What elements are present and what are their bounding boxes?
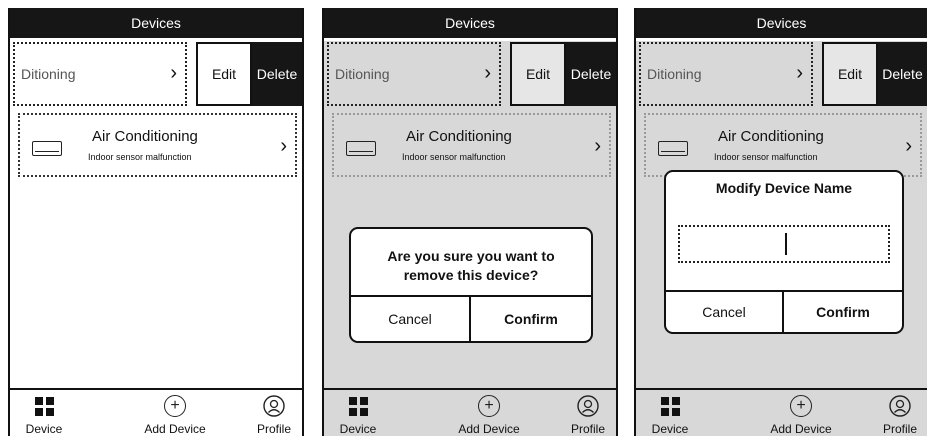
bottom-tab-bar: Device + Add Device Profile [636, 388, 927, 436]
tab-add-device-label: Add Device [458, 422, 520, 436]
device-card-air-conditioning[interactable]: Air Conditioning Indoor sensor malfuncti… [644, 113, 922, 177]
profile-icon [263, 395, 285, 417]
add-circle-icon: + [478, 395, 500, 417]
tab-device[interactable]: Device [328, 394, 388, 436]
confirm-button[interactable]: Confirm [471, 297, 591, 341]
profile-icon [889, 395, 911, 417]
text-cursor [785, 233, 787, 255]
rename-device-dialog: Modify Device Name Cancel Confirm [664, 170, 904, 334]
tab-profile-label: Profile [256, 422, 291, 436]
chevron-right-icon: › [905, 135, 912, 157]
edit-button[interactable]: Edit [822, 42, 878, 106]
device-status: Indoor sensor malfunction [402, 152, 506, 162]
delete-button[interactable]: Delete [252, 42, 302, 106]
device-name: Air Conditioning [92, 128, 198, 145]
add-circle-icon: + [164, 395, 186, 417]
chevron-right-icon: › [796, 62, 803, 84]
tab-profile[interactable]: Profile [246, 394, 302, 436]
device-name: Air Conditioning [718, 128, 824, 145]
tab-device-label: Device [651, 422, 689, 436]
device-name: Air Conditioning [406, 128, 512, 145]
dialog-title: Modify Device Name [715, 180, 853, 196]
page-title: Devices [445, 15, 495, 31]
page-title: Devices [131, 15, 181, 31]
title-bar: Devices [636, 8, 927, 38]
cancel-button[interactable]: Cancel [351, 297, 471, 341]
tab-profile[interactable]: Profile [560, 394, 616, 436]
tab-device[interactable]: Device [14, 394, 74, 436]
grid-icon [34, 396, 54, 416]
chevron-right-icon: › [594, 135, 601, 157]
tab-profile[interactable]: Profile [872, 394, 927, 436]
title-bar: Devices [324, 8, 616, 38]
air-conditioner-icon [658, 141, 688, 156]
chevron-right-icon: › [484, 62, 491, 84]
screen-swipe-actions: Devices Ditioning › Edit Delete Air Cond… [8, 8, 304, 436]
device-card-air-conditioning[interactable]: Air Conditioning Indoor sensor malfuncti… [332, 113, 611, 177]
edit-button[interactable]: Edit [196, 42, 252, 106]
tab-device[interactable]: Device [640, 394, 700, 436]
delete-button[interactable]: Delete [566, 42, 616, 106]
confirm-button[interactable]: Confirm [784, 292, 902, 332]
tab-add-device[interactable]: + Add Device [756, 394, 846, 436]
tab-profile-label: Profile [570, 422, 605, 436]
swiped-device-row: Ditioning › Edit Delete [10, 41, 302, 109]
device-card-air-conditioning[interactable]: Air Conditioning Indoor sensor malfuncti… [18, 113, 297, 177]
grid-icon [348, 396, 368, 416]
tab-add-device-label: Add Device [144, 422, 206, 436]
tab-device-label: Device [25, 422, 63, 436]
grid-icon [660, 396, 680, 416]
tab-add-device[interactable]: + Add Device [444, 394, 534, 436]
page-title: Devices [756, 15, 807, 31]
device-status: Indoor sensor malfunction [714, 152, 818, 162]
device-name-input[interactable] [678, 225, 890, 263]
tab-profile-label: Profile [882, 422, 917, 436]
bottom-tab-bar: Device + Add Device Profile [324, 388, 616, 436]
edit-button[interactable]: Edit [510, 42, 566, 106]
swiped-device-item[interactable]: Ditioning › [327, 42, 501, 106]
swiped-device-label: Ditioning [647, 66, 702, 82]
tab-device-label: Device [339, 422, 377, 436]
bottom-tab-bar: Device + Add Device Profile [10, 388, 302, 436]
title-bar: Devices [10, 8, 302, 38]
dialog-message: Are you sure you want to remove this dev… [387, 248, 555, 283]
tab-add-device-label: Add Device [770, 422, 832, 436]
screen-delete-confirm: Devices Ditioning › Edit Delete Air Cond… [322, 8, 618, 436]
chevron-right-icon: › [170, 62, 177, 84]
delete-confirm-dialog: Are you sure you want to remove this dev… [349, 227, 593, 343]
chevron-right-icon: › [280, 135, 287, 157]
swiped-device-item[interactable]: Ditioning › [13, 42, 187, 106]
tab-add-device[interactable]: + Add Device [130, 394, 220, 436]
air-conditioner-icon [346, 141, 376, 156]
swiped-device-row: Ditioning › Edit Delete [636, 41, 927, 109]
swiped-device-label: Ditioning [335, 66, 390, 82]
profile-icon [577, 395, 599, 417]
screen-rename-device: Devices Ditioning › Edit Delete Air Cond… [634, 8, 927, 436]
swiped-device-item[interactable]: Ditioning › [639, 42, 813, 106]
add-circle-icon: + [790, 395, 812, 417]
swiped-device-row: Ditioning › Edit Delete [324, 41, 616, 109]
delete-button[interactable]: Delete [878, 42, 927, 106]
cancel-button[interactable]: Cancel [666, 292, 784, 332]
air-conditioner-icon [32, 141, 62, 156]
swiped-device-label: Ditioning [21, 66, 76, 82]
device-status: Indoor sensor malfunction [88, 152, 192, 162]
